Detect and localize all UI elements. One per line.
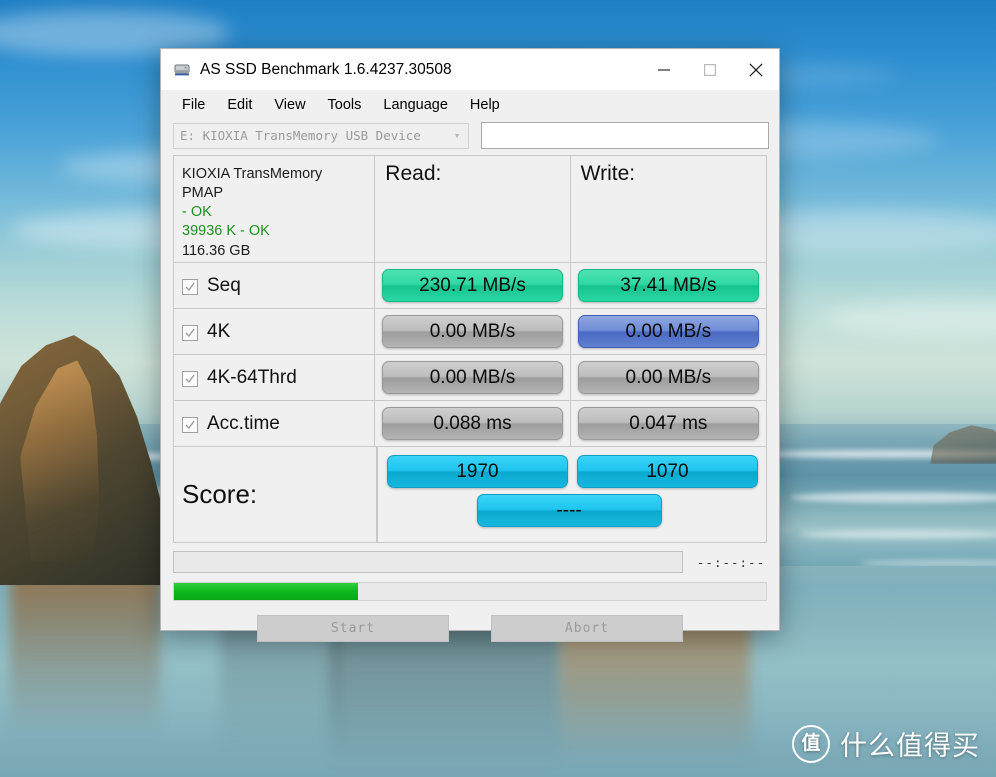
menu-item-edit[interactable]: Edit — [216, 94, 263, 116]
checkbox-4k[interactable] — [182, 324, 198, 341]
rock-reflection — [10, 566, 160, 736]
seq-read-value: 230.71 MB/s — [382, 269, 563, 302]
results-grid: KIOXIA TransMemory PMAP - OK 39936 K - O… — [173, 155, 767, 543]
elapsed-time: --:--:-- — [696, 554, 766, 570]
menu-item-language[interactable]: Language — [372, 94, 459, 116]
device-firmware: PMAP — [182, 185, 224, 202]
fourk64-write-value: 0.00 MB/s — [577, 361, 759, 394]
desktop: AS SSD Benchmark 1.6.4237.30508 File Edi… — [0, 0, 996, 777]
fourk64-read-cell: 0.00 MB/s — [375, 355, 571, 400]
score-label-cell: Score: — [174, 447, 377, 542]
window-title: AS SSD Benchmark 1.6.4237.30508 — [200, 60, 452, 78]
fourk-write-cell: 0.00 MB/s — [570, 309, 766, 354]
status-log-box — [173, 551, 683, 573]
row-label-text: 4K — [207, 320, 231, 342]
score-total-value: ---- — [476, 494, 662, 527]
row-label-4k: 4K — [174, 309, 376, 354]
score-values: 1970 1070 ---- — [377, 447, 766, 542]
menu-item-file[interactable]: File — [171, 94, 216, 116]
acctime-write-value: 0.047 ms — [577, 407, 759, 440]
score-write-value: 1070 — [577, 455, 758, 488]
seq-write-value: 37.41 MB/s — [577, 269, 759, 302]
minimize-icon[interactable] — [641, 49, 687, 90]
progress-bar — [173, 582, 767, 601]
row-label-acctime: Acc.time — [174, 401, 376, 446]
watermark: 值 什么值得买 — [792, 724, 980, 763]
surf-line — [800, 530, 996, 539]
checkbox-4k-64thrd[interactable] — [182, 370, 198, 387]
row-label-text: Acc.time — [207, 412, 280, 434]
menu-bar: File Edit View Tools Language Help — [161, 91, 779, 119]
drive-select-value: E: KIOXIA TransMemory USB Device — [180, 128, 421, 143]
device-model: KIOXIA TransMemory — [182, 166, 323, 182]
status-row: --:--:-- — [173, 551, 767, 573]
device-selection-bar: E: KIOXIA TransMemory USB Device ▾ — [161, 119, 779, 155]
watermark-badge: 值 — [792, 724, 830, 763]
close-icon[interactable] — [733, 49, 779, 90]
device-info-panel: KIOXIA TransMemory PMAP - OK 39936 K - O… — [174, 156, 376, 262]
acctime-read-cell: 0.088 ms — [375, 401, 571, 446]
grid-header-row: KIOXIA TransMemory PMAP - OK 39936 K - O… — [174, 156, 766, 263]
maximize-icon[interactable] — [687, 49, 733, 90]
checkbox-acc-time[interactable] — [182, 416, 198, 433]
seq-write-cell: 37.41 MB/s — [570, 263, 766, 308]
row-label-text: Seq — [207, 274, 241, 296]
acctime-write-cell: 0.047 ms — [570, 401, 766, 446]
table-row: 4K-64Thrd 0.00 MB/s 0.00 MB/s — [174, 355, 766, 401]
progress-area: --:--:-- Start Abort — [161, 543, 779, 642]
acctime-read-value: 0.088 ms — [382, 407, 563, 440]
row-label-4k64thrd: 4K-64Thrd — [174, 355, 376, 400]
menu-item-help[interactable]: Help — [459, 94, 511, 116]
score-top-row: 1970 1070 — [378, 447, 766, 488]
fourk64-read-value: 0.00 MB/s — [382, 361, 563, 394]
score-read-value: 1970 — [387, 455, 568, 488]
table-row: Seq 230.71 MB/s 37.41 MB/s — [174, 263, 766, 309]
name-input[interactable] — [481, 122, 769, 149]
device-status-ok: - OK — [182, 204, 212, 221]
table-row: 4K 0.00 MB/s 0.00 MB/s — [174, 309, 766, 355]
fourk64-write-cell: 0.00 MB/s — [570, 355, 766, 400]
watermark-text: 什么值得买 — [840, 731, 980, 762]
read-column-header: Read: — [375, 156, 571, 262]
write-label: Write: — [580, 162, 636, 185]
menu-item-view[interactable]: View — [263, 94, 316, 116]
checkbox-seq[interactable] — [182, 278, 198, 295]
action-buttons: Start Abort — [173, 601, 767, 642]
abort-button[interactable]: Abort — [491, 615, 683, 642]
device-alignment: 39936 K - OK — [182, 223, 270, 240]
write-column-header: Write: — [570, 156, 766, 262]
fourk-write-value: 0.00 MB/s — [577, 315, 759, 348]
progress-bar-fill — [174, 583, 358, 600]
chevron-down-icon: ▾ — [453, 129, 461, 142]
score-label: Score: — [182, 479, 258, 509]
menu-item-tools[interactable]: Tools — [317, 94, 373, 116]
row-label-text: 4K-64Thrd — [207, 366, 297, 388]
score-bottom-row: ---- — [378, 488, 766, 527]
title-bar[interactable]: AS SSD Benchmark 1.6.4237.30508 — [161, 49, 779, 91]
start-button[interactable]: Start — [257, 615, 449, 642]
table-row: Acc.time 0.088 ms 0.047 ms — [174, 401, 766, 447]
drive-select[interactable]: E: KIOXIA TransMemory USB Device ▾ — [173, 122, 469, 149]
row-label-seq: Seq — [174, 263, 376, 308]
read-label: Read: — [385, 162, 442, 185]
fourk-read-value: 0.00 MB/s — [382, 315, 563, 348]
seq-read-cell: 230.71 MB/s — [375, 263, 571, 308]
fourk-read-cell: 0.00 MB/s — [375, 309, 571, 354]
hdd-icon — [173, 61, 191, 79]
device-capacity: 116.36 GB — [182, 242, 251, 259]
as-ssd-benchmark-window: AS SSD Benchmark 1.6.4237.30508 File Edi… — [160, 48, 780, 642]
score-row: Score: 1970 1070 ---- — [174, 447, 766, 542]
